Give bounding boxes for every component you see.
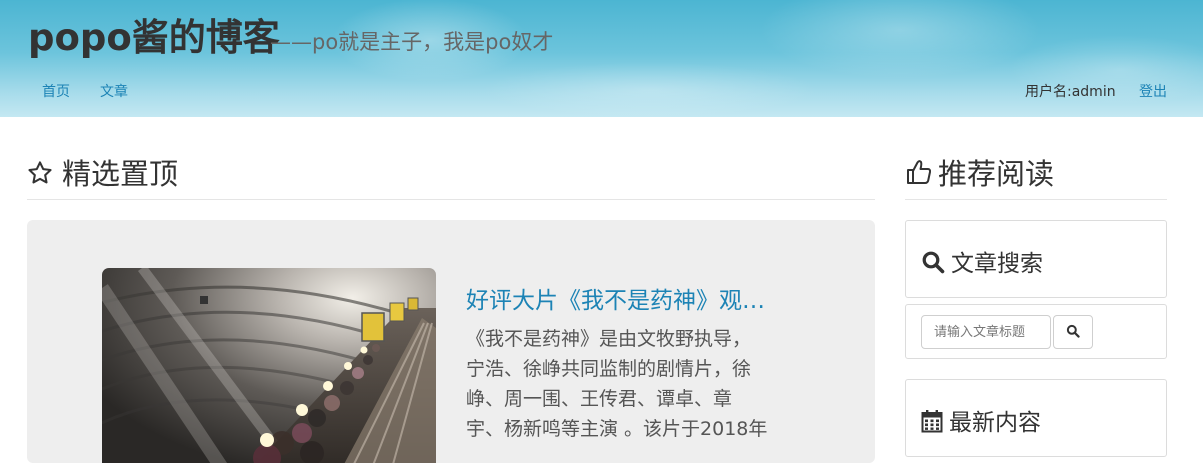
excerpt-line: 峥、周一围、王传君、谭卓、章 xyxy=(466,388,733,410)
search-submit-button[interactable] xyxy=(1053,315,1093,349)
search-panel-title: 文章搜索 xyxy=(951,251,1043,277)
search-icon xyxy=(921,250,945,282)
search-icon xyxy=(1066,324,1080,341)
excerpt-line: 宇、杨新鸣等主演 。该片于2018年 xyxy=(466,418,768,440)
thumbs-up-icon xyxy=(905,158,933,190)
recommended-section-header: 推荐阅读 xyxy=(905,152,1167,200)
featured-article-card: 好评大片《我不是药神》观后感 《我不是药神》是由文牧野执导， 宁浩、徐峥共同监制… xyxy=(27,220,875,463)
username-label: 用户名:admin xyxy=(1025,84,1116,100)
featured-section-title: 精选置顶 xyxy=(62,157,179,191)
featured-article-excerpt: 《我不是药神》是由文牧野执导， 宁浩、徐峥共同监制的剧情片，徐 峥、周一围、王传… xyxy=(466,324,794,444)
featured-article-image[interactable] xyxy=(102,268,436,463)
excerpt-line: 《我不是药神》是由文牧野执导， xyxy=(466,328,752,350)
nav-home-link[interactable]: 首页 xyxy=(42,83,70,101)
latest-panel-title: 最新内容 xyxy=(949,410,1041,436)
nav-articles-link[interactable]: 文章 xyxy=(100,83,128,101)
recommended-section-title: 推荐阅读 xyxy=(938,157,1055,191)
featured-section-header: 精选置顶 xyxy=(27,152,875,200)
logout-link[interactable]: 登出 xyxy=(1139,83,1167,101)
latest-panel-title-wrap: 最新内容 xyxy=(921,408,1041,441)
excerpt-line: 宁浩、徐峥共同监制的剧情片，徐 xyxy=(466,358,752,380)
star-outline-icon xyxy=(27,160,53,190)
site-subtitle: ——po就是主子，我是po奴才 xyxy=(270,30,554,54)
search-panel-header: 文章搜索 xyxy=(905,220,1167,298)
latest-panel-header: 最新内容 xyxy=(905,379,1167,457)
search-form-panel xyxy=(905,304,1167,359)
site-title[interactable]: popo酱的博客 xyxy=(28,16,280,60)
calendar-icon xyxy=(921,409,943,441)
search-panel-title-wrap: 文章搜索 xyxy=(921,249,1043,282)
article-search-input[interactable] xyxy=(921,315,1051,349)
featured-article-title[interactable]: 好评大片《我不是药神》观后感 xyxy=(466,284,786,318)
site-header: popo酱的博客 ——po就是主子，我是po奴才 首页 文章 用户名:admin… xyxy=(0,0,1203,117)
